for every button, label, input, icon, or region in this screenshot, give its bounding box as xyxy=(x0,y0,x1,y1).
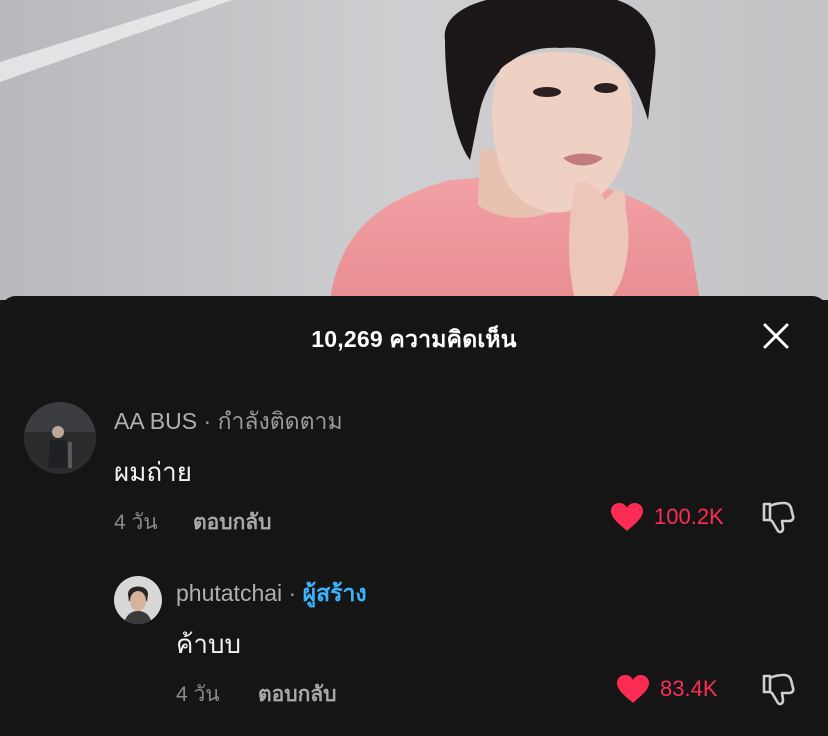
dislike-button[interactable] xyxy=(760,500,798,536)
avatar[interactable] xyxy=(114,576,162,624)
avatar-image xyxy=(114,576,162,624)
reply-item: phutatchai · ผู้สร้าง ค้าบบ 4 วัน ตอบกลั… xyxy=(0,572,828,722)
comment-text: ผมถ่าย xyxy=(114,457,192,487)
comments-count-title: 10,269 ความคิดเห็น xyxy=(311,326,517,352)
close-button[interactable] xyxy=(755,320,797,352)
video-player[interactable] xyxy=(0,0,828,300)
dislike-button[interactable] xyxy=(760,672,798,708)
comment-time: 4 วัน xyxy=(176,683,220,706)
comment-author[interactable]: phutatchai xyxy=(176,580,282,606)
thumbs-down-icon xyxy=(762,501,795,534)
thumbs-down-icon xyxy=(762,673,795,706)
avatar-image xyxy=(24,402,96,474)
like-button[interactable]: 83.4K xyxy=(616,674,718,704)
follow-status: กำลังติดตาม xyxy=(217,408,343,434)
meta-separator: · xyxy=(197,408,218,434)
comment-meta: AA BUS · กำลังติดตาม xyxy=(114,404,343,440)
close-icon xyxy=(763,323,789,349)
like-count: 83.4K xyxy=(660,676,718,701)
creator-badge: ผู้สร้าง xyxy=(302,580,367,606)
comment-meta: phutatchai · ผู้สร้าง xyxy=(176,576,367,612)
heart-icon xyxy=(611,503,643,531)
comments-sheet: 10,269 ความคิดเห็น AA BUS · กำลังติดตาม … xyxy=(0,296,828,736)
reply-button[interactable]: ตอบกลับ xyxy=(258,678,337,711)
like-count: 100.2K xyxy=(654,504,724,529)
meta-separator: · xyxy=(282,580,303,606)
comment-text: ค้าบบ xyxy=(176,629,241,659)
comment-time: 4 วัน xyxy=(114,511,158,534)
reply-button[interactable]: ตอบกลับ xyxy=(193,506,272,539)
comment-author[interactable]: AA BUS xyxy=(114,408,197,434)
like-button[interactable]: 100.2K xyxy=(610,502,724,532)
heart-icon xyxy=(617,675,649,703)
comment-item: AA BUS · กำลังติดตาม ผมถ่าย 4 วัน ตอบกลั… xyxy=(0,396,828,546)
avatar[interactable] xyxy=(24,402,96,474)
video-frame-image xyxy=(0,0,828,300)
